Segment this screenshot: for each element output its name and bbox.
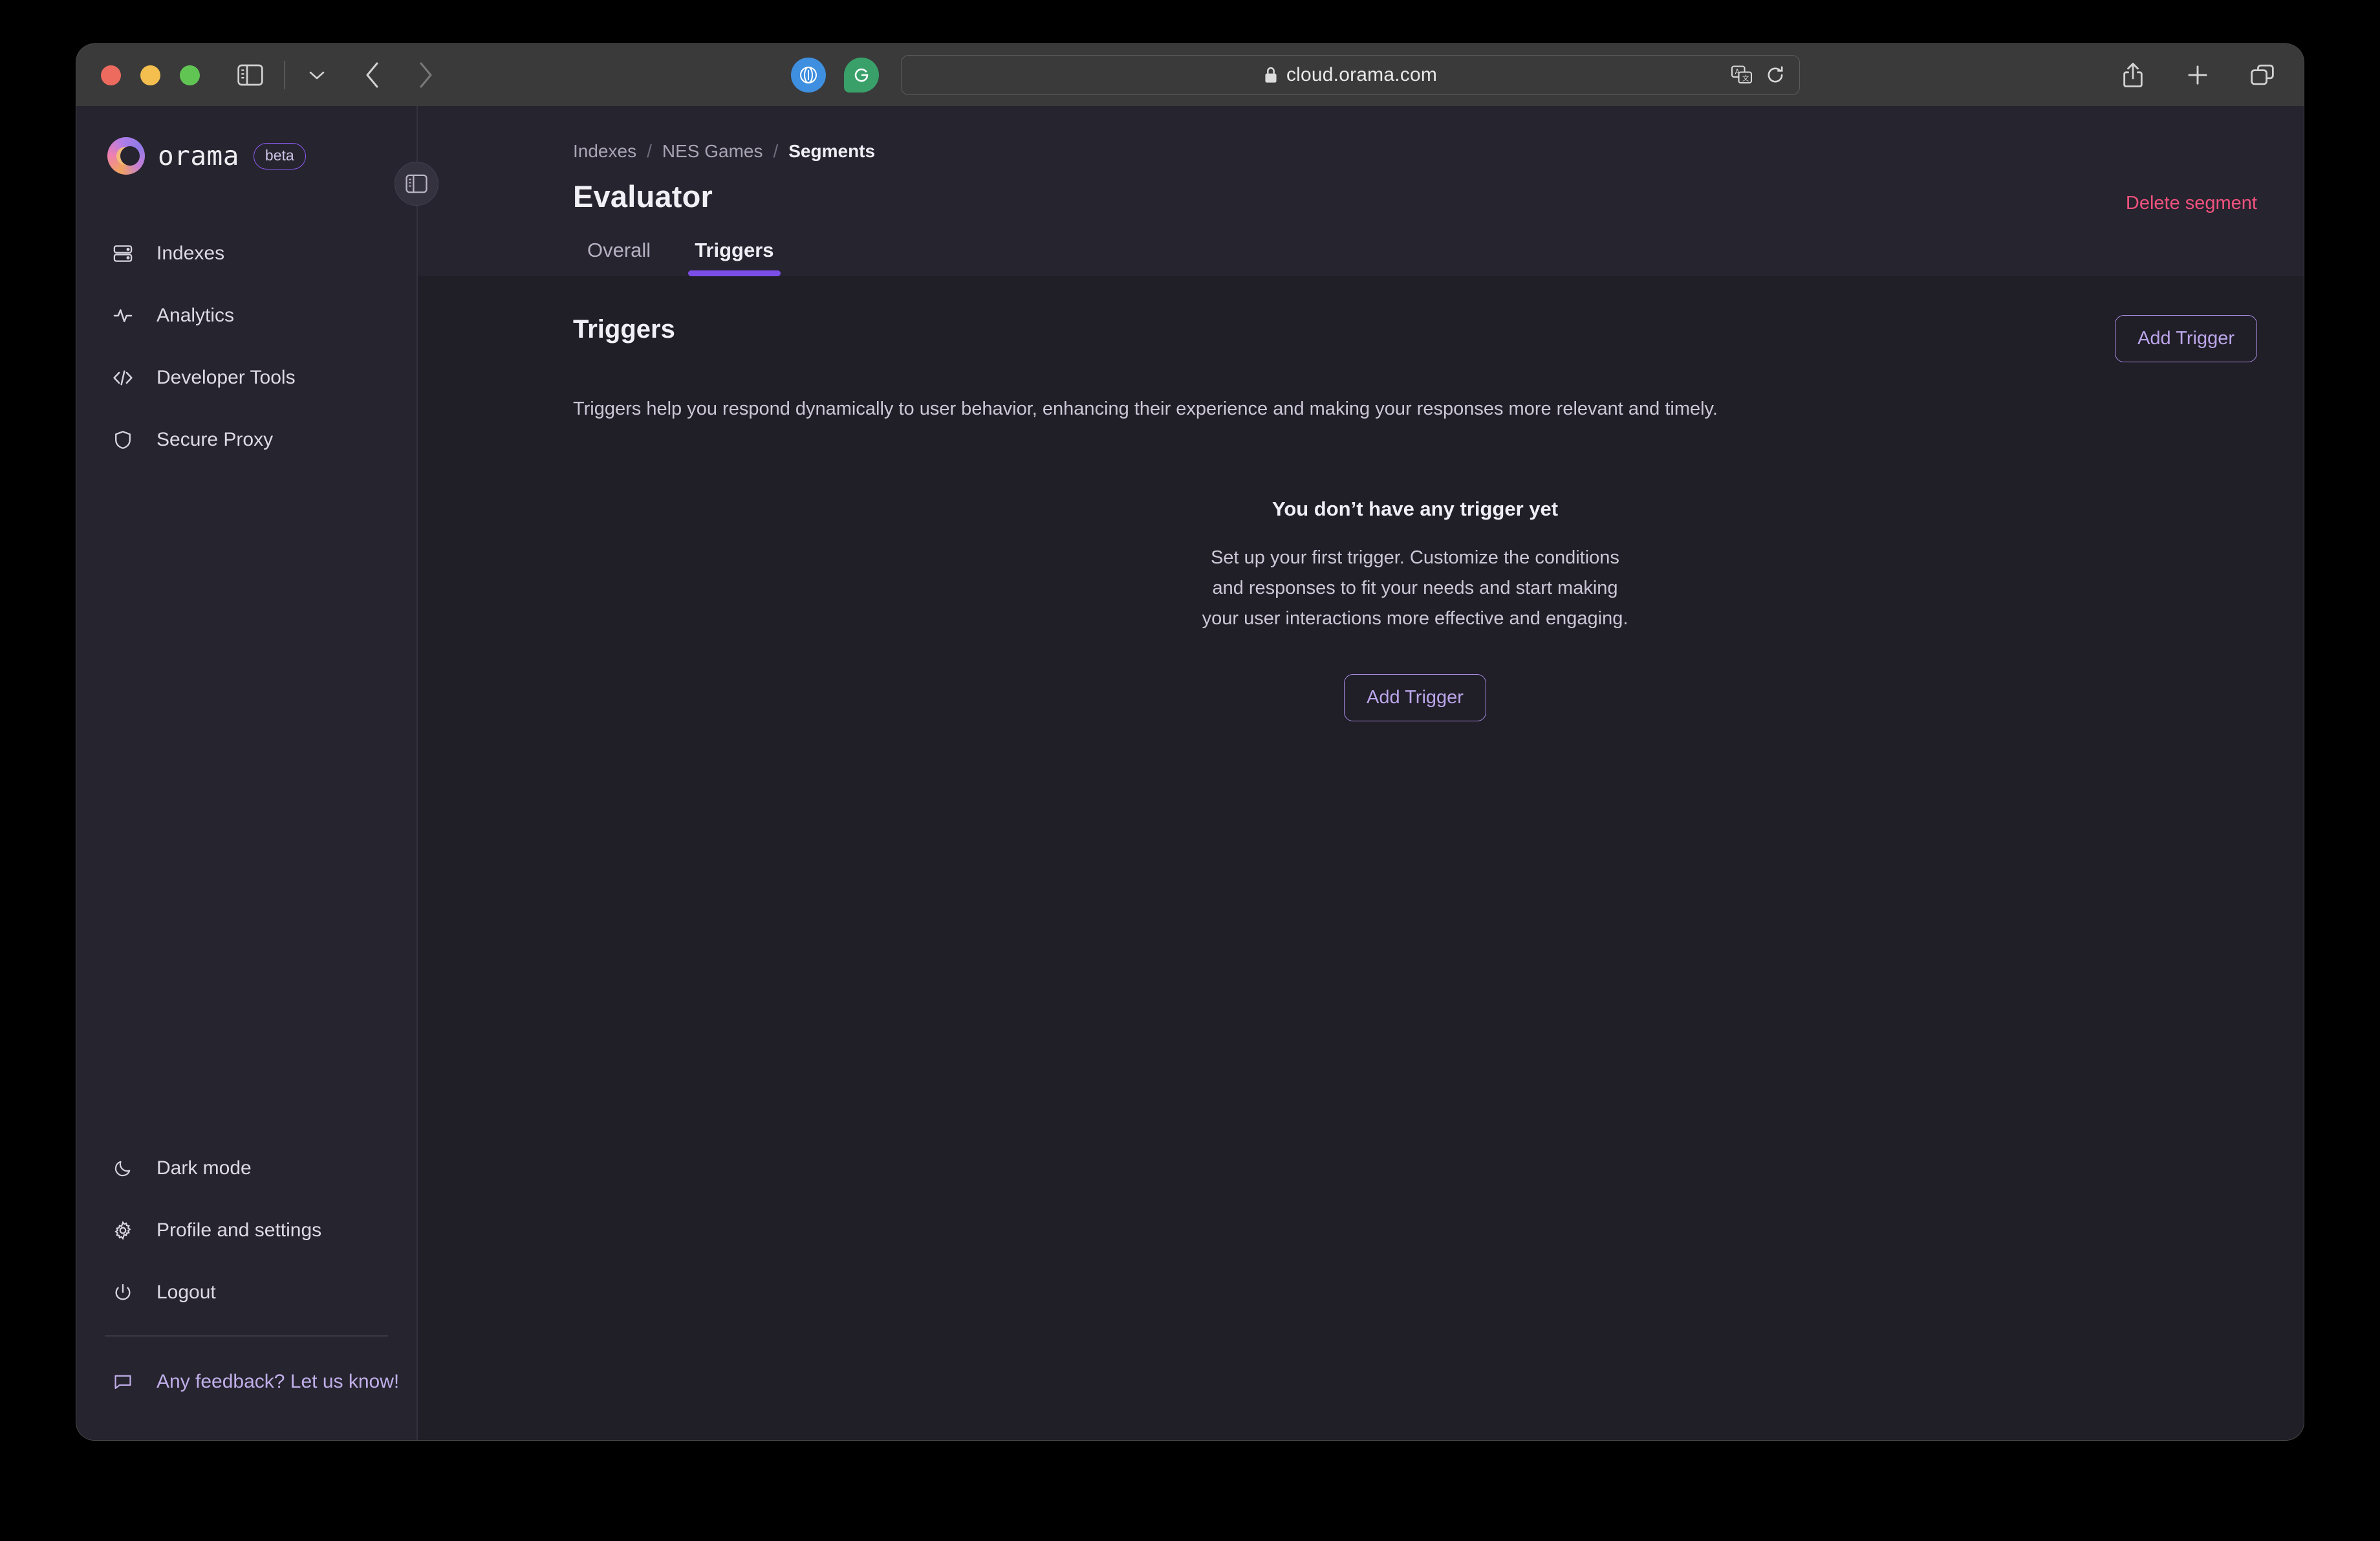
beta-badge: beta [253, 142, 306, 169]
gear-icon [110, 1218, 136, 1243]
lock-icon [1265, 67, 1277, 83]
sidebar-nav: Indexes Analytics Developer Tools Secure… [105, 234, 388, 459]
sidebar-item-label: Developer Tools [157, 367, 296, 388]
breadcrumb-item-nes-games[interactable]: NES Games [662, 141, 763, 162]
tab-overall[interactable]: Overall [573, 239, 665, 276]
sidebar-divider [105, 1335, 388, 1337]
sidebar-item-dark-mode[interactable]: Dark mode [105, 1149, 388, 1188]
breadcrumb-separator: / [773, 141, 779, 161]
feedback-link[interactable]: Any feedback? Let us know! [105, 1362, 399, 1401]
translate-icon: A 文 [1731, 65, 1753, 84]
empty-state-text: Set up your first trigger. Customize the… [1202, 547, 1628, 629]
new-tab-icon[interactable] [2181, 58, 2214, 92]
sidebar: orama beta Indexes Analytics Developer T… [76, 106, 418, 1440]
sidebar-item-secure-proxy[interactable]: Secure Proxy [105, 421, 388, 459]
moon-icon [110, 1155, 136, 1181]
add-trigger-button-empty[interactable]: Add Trigger [1344, 673, 1486, 721]
toolbar-divider [284, 61, 285, 89]
sidebar-item-label: Secure Proxy [157, 429, 274, 450]
url-text: cloud.orama.com [1286, 64, 1438, 85]
address-bar[interactable]: cloud.orama.com A 文 [901, 55, 1800, 95]
reload-icon [1768, 66, 1783, 83]
sidebar-toggle-icon[interactable] [233, 58, 267, 92]
empty-state: You don’t have any trigger yet Set up yo… [573, 497, 2257, 721]
power-icon [110, 1280, 136, 1306]
toolbar-right-actions [2116, 58, 2279, 92]
extension-icons [791, 58, 879, 93]
page-title: Evaluator [573, 179, 713, 213]
window-controls [101, 65, 200, 85]
empty-state-title: You don’t have any trigger yet [1271, 497, 1559, 520]
page-header: Indexes / NES Games / Segments Evaluator… [418, 106, 2304, 276]
section-header: Triggers Add Trigger [573, 315, 2257, 362]
sidebar-item-developer-tools[interactable]: Developer Tools [105, 358, 388, 397]
chevron-down-icon[interactable] [302, 60, 332, 90]
sidebar-item-analytics[interactable]: Analytics [105, 296, 388, 335]
address-bar-actions: A 文 [1731, 65, 1785, 85]
shield-icon [110, 427, 136, 453]
sidebar-item-label: Indexes [157, 243, 225, 264]
sidebar-item-indexes[interactable]: Indexes [105, 234, 388, 273]
activity-icon [110, 303, 136, 329]
sidebar-item-logout[interactable]: Logout [105, 1273, 388, 1312]
sidebar-item-profile-settings[interactable]: Profile and settings [105, 1211, 388, 1250]
sidebar-bottom-section: Dark mode Profile and settings Logout An… [105, 1149, 399, 1440]
svg-text:文: 文 [1742, 74, 1749, 82]
delete-segment-button[interactable]: Delete segment [2126, 193, 2257, 214]
browser-toolbar: cloud.orama.com A 文 [76, 44, 2304, 106]
brand-name: orama [158, 140, 239, 171]
message-icon [110, 1369, 136, 1395]
section-description: Triggers help you respond dynamically to… [573, 399, 1718, 419]
forward-button[interactable] [408, 58, 442, 92]
add-trigger-button-top[interactable]: Add Trigger [2115, 315, 2257, 362]
tab-overview-icon[interactable] [2245, 58, 2279, 92]
breadcrumb-separator: / [647, 141, 652, 161]
grammarly-icon[interactable] [844, 58, 879, 93]
url-display: cloud.orama.com [1264, 64, 1437, 86]
browser-window: cloud.orama.com A 文 orama beta Indexes A… [76, 44, 2304, 1440]
sidebar-item-label: Analytics [157, 305, 235, 326]
page-title-row: Evaluator Delete segment [573, 179, 2257, 214]
server-icon [110, 241, 136, 267]
1password-icon[interactable] [791, 58, 826, 93]
feedback-label: Any feedback? Let us know! [157, 1371, 400, 1392]
application-root: orama beta Indexes Analytics Developer T… [76, 106, 2304, 1440]
breadcrumb: Indexes / NES Games / Segments [573, 141, 2257, 162]
brand-logo[interactable]: orama beta [105, 106, 388, 175]
sidebar-collapse-icon[interactable] [395, 162, 438, 206]
minimize-window-button[interactable] [140, 65, 160, 85]
share-icon[interactable] [2116, 58, 2150, 92]
close-window-button[interactable] [101, 65, 121, 85]
orama-logo-icon [107, 137, 145, 175]
tab-bar: Overall Triggers [418, 239, 2304, 276]
sidebar-item-label: Dark mode [157, 1157, 252, 1179]
tab-triggers[interactable]: Triggers [680, 239, 788, 276]
main-content: Indexes / NES Games / Segments Evaluator… [418, 106, 2304, 1440]
content-area: Triggers Add Trigger Triggers help you r… [418, 276, 2304, 1440]
sidebar-item-label: Profile and settings [157, 1219, 322, 1241]
breadcrumb-item-segments: Segments [788, 141, 876, 161]
code-icon [110, 365, 136, 391]
navigation-buttons [356, 58, 442, 92]
section-title: Triggers [573, 315, 675, 344]
sidebar-item-label: Logout [157, 1282, 216, 1303]
maximize-window-button[interactable] [180, 65, 200, 85]
back-button[interactable] [356, 58, 390, 92]
breadcrumb-item-indexes[interactable]: Indexes [573, 141, 636, 162]
